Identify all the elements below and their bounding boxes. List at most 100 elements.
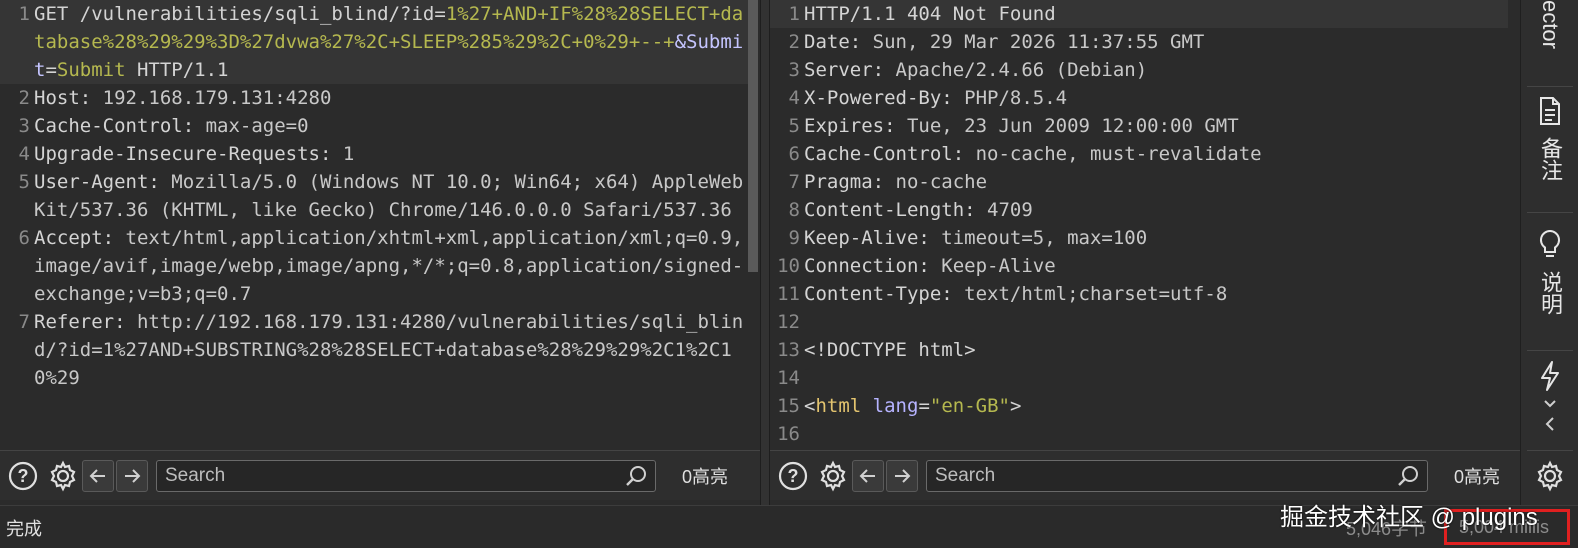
line-text[interactable]: Upgrade-Insecure-Requests: 1 — [34, 140, 748, 168]
line-text[interactable]: Server: Apache/2.4.66 (Debian) — [804, 56, 1508, 84]
request-code[interactable]: 1 GET /vulnerabilities/sqli_blind/?id=1%2… — [0, 0, 748, 392]
response-line[interactable]: 11 Content-Type: text/html;charset=utf-8 — [770, 280, 1508, 308]
line-text[interactable] — [804, 420, 1508, 448]
response-search-input[interactable] — [935, 464, 1427, 487]
explain-tab[interactable]: 说明 — [1521, 228, 1578, 315]
inspector-tab[interactable]: ector — [1521, 0, 1578, 84]
line-text[interactable]: HTTP/1.1 404 Not Found — [804, 0, 1508, 28]
line-text[interactable]: Pragma: no-cache — [804, 168, 1508, 196]
request-line[interactable]: 3 Cache-Control: max-age=0 — [0, 112, 748, 140]
line-text[interactable]: <!DOCTYPE html> — [804, 336, 1508, 364]
line-text[interactable] — [804, 364, 1508, 392]
request-line[interactable]: 4 Upgrade-Insecure-Requests: 1 — [0, 140, 748, 168]
sidebar-settings-button[interactable] — [1521, 460, 1578, 497]
code-token: text/html,application/xhtml+xml,applicat… — [34, 227, 744, 305]
response-line[interactable]: 4 X-Powered-By: PHP/8.5.4 — [770, 84, 1508, 112]
line-number: 5 — [788, 115, 800, 137]
response-line[interactable]: 3 Server: Apache/2.4.66 (Debian) — [770, 56, 1508, 84]
line-text[interactable]: Host: 192.168.179.131:4280 — [34, 84, 748, 112]
response-line[interactable]: 10 Connection: Keep-Alive — [770, 252, 1508, 280]
code-token: Keep-Alive — [941, 255, 1056, 277]
notes-tab[interactable]: 备注 — [1521, 96, 1578, 181]
line-text[interactable]: Cache-Control: max-age=0 — [34, 112, 748, 140]
arrow-right-icon[interactable] — [116, 459, 148, 492]
response-search-box[interactable] — [926, 459, 1428, 492]
request-line[interactable]: 7 Referer: http://192.168.179.131:4280/vu… — [0, 308, 748, 392]
help-icon[interactable]: ? — [6, 459, 40, 493]
code-token: Accept: — [34, 227, 126, 249]
request-line[interactable]: 5 User-Agent: Mozilla/5.0 (Windows NT 10.… — [0, 168, 748, 224]
response-line[interactable]: 8 Content-Length: 4709 — [770, 196, 1508, 224]
watermark: 掘金技术社区 @ plugins — [1280, 504, 1538, 531]
request-line[interactable]: 1 GET /vulnerabilities/sqli_blind/?id=1%2… — [0, 0, 748, 84]
chevron-down-icon[interactable] — [1542, 397, 1558, 415]
response-line[interactable]: 9 Keep-Alive: timeout=5, max=100 — [770, 224, 1508, 252]
request-search-input[interactable] — [165, 464, 655, 487]
line-text[interactable]: Cache-Control: no-cache, must-revalidate — [804, 140, 1508, 168]
pane-divider[interactable] — [760, 0, 770, 505]
code-token: GET /vulnerabilities/sqli_blind/?id= — [34, 3, 446, 25]
line-text[interactable]: Content-Type: text/html;charset=utf-8 — [804, 280, 1508, 308]
line-text[interactable]: X-Powered-By: PHP/8.5.4 — [804, 84, 1508, 112]
request-line[interactable]: 2 Host: 192.168.179.131:4280 — [0, 84, 748, 112]
gear-icon — [1534, 460, 1566, 497]
code-token: timeout=5, max=100 — [941, 227, 1148, 249]
request-editor[interactable]: 1 GET /vulnerabilities/sqli_blind/?id=1%2… — [0, 0, 760, 450]
line-number: 4 — [788, 87, 800, 109]
search-icon[interactable] — [1397, 464, 1421, 492]
response-editor[interactable]: 1 HTTP/1.1 404 Not Found 2 Date: Sun, 29 Ma… — [770, 0, 1520, 450]
code-token: = — [918, 395, 930, 417]
gear-icon[interactable] — [816, 459, 850, 493]
response-code[interactable]: 1 HTTP/1.1 404 Not Found 2 Date: Sun, 29 Ma… — [770, 0, 1508, 448]
line-text[interactable]: Connection: Keep-Alive — [804, 252, 1508, 280]
arrow-left-icon[interactable] — [852, 459, 884, 492]
response-line[interactable]: 1 HTTP/1.1 404 Not Found — [770, 0, 1508, 28]
svg-text:?: ? — [788, 466, 799, 486]
actions-tab[interactable] — [1521, 360, 1578, 438]
line-text[interactable]: <html lang="en-GB"> — [804, 392, 1508, 420]
help-icon[interactable]: ? — [776, 459, 810, 493]
code-token: Date: — [804, 31, 873, 53]
response-line[interactable]: 5 Expires: Tue, 23 Jun 2009 12:00:00 GMT — [770, 112, 1508, 140]
arrow-right-icon[interactable] — [886, 459, 918, 492]
code-token: text/html;charset=utf-8 — [964, 283, 1228, 305]
line-text[interactable]: Date: Sun, 29 Mar 2026 11:37:55 GMT — [804, 28, 1508, 56]
gear-icon[interactable] — [46, 459, 80, 493]
response-line[interactable]: 7 Pragma: no-cache — [770, 168, 1508, 196]
code-token: Referer: — [34, 311, 137, 333]
inspector-sidebar: ector 备注 说明 — [1520, 0, 1578, 505]
request-search-box[interactable] — [156, 459, 656, 492]
sidebar-divider — [1527, 450, 1573, 451]
chevron-left-icon[interactable] — [1542, 415, 1558, 438]
code-token: 1 — [342, 143, 355, 165]
request-scrollbar-thumb[interactable] — [748, 0, 758, 272]
arrow-left-icon[interactable] — [82, 459, 114, 492]
response-line[interactable]: 12 — [770, 308, 1508, 336]
response-line[interactable]: 2 Date: Sun, 29 Mar 2026 11:37:55 GMT — [770, 28, 1508, 56]
search-icon[interactable] — [625, 464, 649, 492]
line-number: 12 — [777, 311, 800, 333]
line-text[interactable]: Keep-Alive: timeout=5, max=100 — [804, 224, 1508, 252]
code-token: lang — [872, 395, 919, 417]
line-text[interactable]: GET /vulnerabilities/sqli_blind/?id=1%27… — [34, 0, 748, 84]
line-text[interactable]: Expires: Tue, 23 Jun 2009 12:00:00 GMT — [804, 112, 1508, 140]
code-token: Host: — [34, 87, 103, 109]
line-text[interactable]: Referer: http://192.168.179.131:4280/vul… — [34, 308, 748, 392]
line-text[interactable]: User-Agent: Mozilla/5.0 (Windows NT 10.0… — [34, 168, 748, 224]
response-line[interactable]: 14 — [770, 364, 1508, 392]
line-number: 6 — [788, 143, 800, 165]
response-line[interactable]: 13 <!DOCTYPE html> — [770, 336, 1508, 364]
request-line[interactable]: 6 Accept: text/html,application/xhtml+xml… — [0, 224, 748, 308]
response-line[interactable]: 16 — [770, 420, 1508, 448]
line-number: 1 — [788, 3, 800, 25]
code-token: Tue, 23 Jun 2009 12:00:00 GMT — [906, 115, 1239, 137]
line-text[interactable] — [804, 308, 1508, 336]
code-token: "en-GB" — [929, 395, 1010, 417]
line-text[interactable]: Content-Length: 4709 — [804, 196, 1508, 224]
line-text[interactable]: Accept: text/html,application/xhtml+xml,… — [34, 224, 748, 308]
response-line[interactable]: 15 <html lang="en-GB"> — [770, 392, 1508, 420]
code-token: = — [45, 59, 57, 81]
explain-tab-label: 说明 — [1538, 271, 1563, 315]
response-line[interactable]: 6 Cache-Control: no-cache, must-revalidat… — [770, 140, 1508, 168]
code-token: User-Agent: — [34, 171, 172, 193]
